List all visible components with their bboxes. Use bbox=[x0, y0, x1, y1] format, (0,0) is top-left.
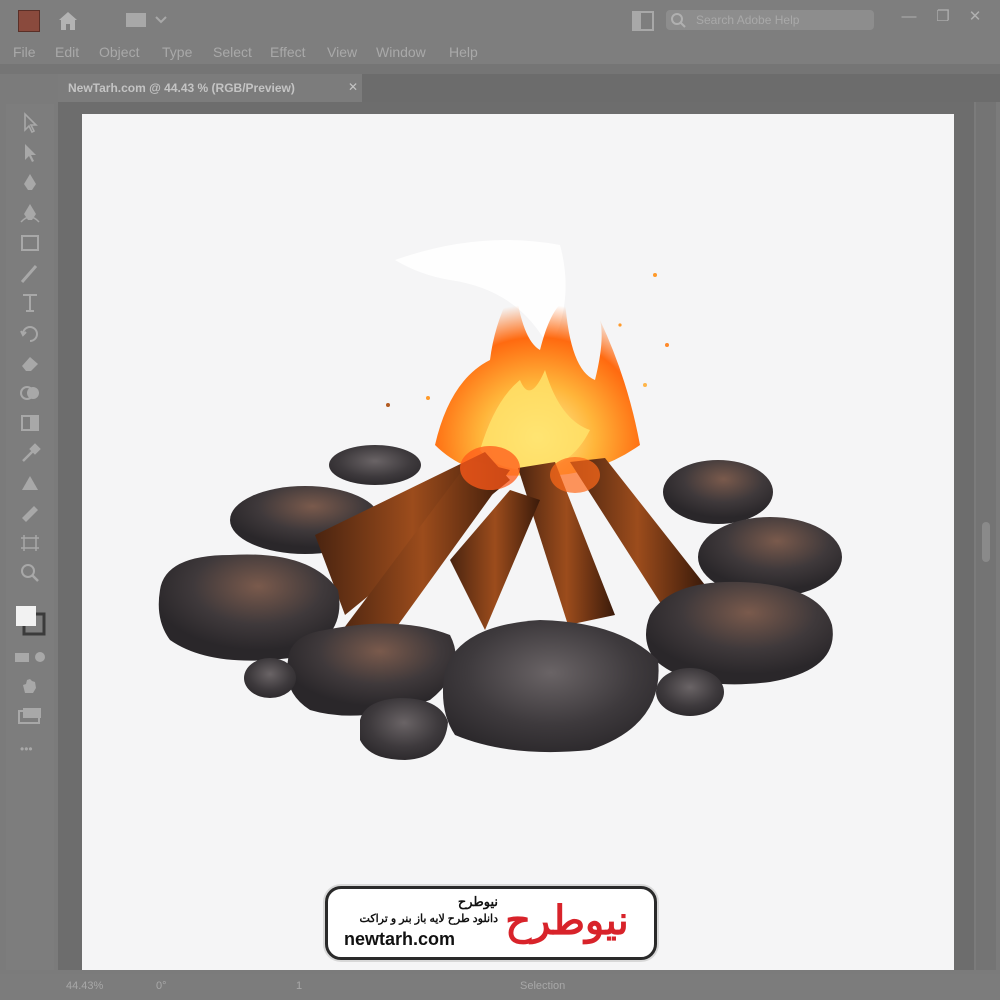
menu-edit[interactable]: Edit bbox=[55, 44, 79, 60]
arrange-documents-icon[interactable] bbox=[632, 11, 654, 31]
search-input[interactable]: Search Adobe Help bbox=[666, 10, 874, 30]
zoom-tool-icon[interactable] bbox=[18, 562, 42, 584]
hand-tool-icon[interactable] bbox=[20, 676, 40, 694]
search-placeholder: Search Adobe Help bbox=[696, 13, 800, 27]
document-tab[interactable]: NewTarh.com @ 44.43 % (RGB/Preview) ✕ bbox=[58, 74, 362, 102]
curvature-tool-icon[interactable] bbox=[18, 202, 42, 224]
menu-window[interactable]: Window bbox=[376, 44, 426, 60]
menu-file[interactable]: File bbox=[13, 44, 36, 60]
direct-selection-tool-icon[interactable] bbox=[18, 142, 42, 164]
watermark-badge: نیوطرح دانلود طرح لایه باز بنر و تراکت n… bbox=[325, 886, 657, 960]
pen-tool-icon[interactable] bbox=[18, 172, 42, 194]
campfire-illustration[interactable] bbox=[150, 230, 850, 770]
menu-bar: File Edit Object Type Select Effect View… bbox=[0, 42, 1000, 64]
blend-tool-icon[interactable] bbox=[18, 472, 42, 494]
gradient-tool-icon[interactable] bbox=[18, 412, 42, 434]
eyedropper-tool-icon[interactable] bbox=[18, 442, 42, 464]
current-tool-mode[interactable]: Selection bbox=[520, 980, 565, 992]
maximize-button[interactable]: ❐ bbox=[932, 6, 954, 28]
status-bar: 44.43% 0° 1 Selection bbox=[0, 974, 1000, 1000]
menu-object[interactable]: Object bbox=[99, 44, 139, 60]
watermark-url: newtarh.com bbox=[344, 929, 456, 949]
artboard-number[interactable]: 1 bbox=[296, 980, 302, 992]
home-icon[interactable] bbox=[56, 9, 80, 33]
menu-view[interactable]: View bbox=[327, 44, 357, 60]
shape-builder-tool-icon[interactable] bbox=[18, 382, 42, 404]
control-bar bbox=[0, 64, 1000, 74]
screen-mode-icon[interactable] bbox=[16, 706, 44, 726]
watermark-brand: نیوطرح bbox=[457, 894, 498, 909]
type-tool-icon[interactable] bbox=[18, 292, 42, 314]
menu-type[interactable]: Type bbox=[162, 44, 192, 60]
newtarh-logo: نیوطرح bbox=[505, 899, 629, 943]
menu-effect[interactable]: Effect bbox=[270, 44, 306, 60]
document-tab-bar: NewTarh.com @ 44.43 % (RGB/Preview) ✕ bbox=[58, 74, 1000, 102]
rectangle-tool-icon[interactable] bbox=[18, 232, 42, 254]
rotation-value[interactable]: 0° bbox=[156, 980, 167, 992]
symbol-sprayer-tool-icon[interactable] bbox=[18, 502, 42, 524]
document-tab-label: NewTarh.com @ 44.43 % (RGB/Preview) bbox=[68, 81, 295, 95]
app-icon[interactable] bbox=[18, 10, 40, 32]
tools-panel: ••• bbox=[6, 104, 54, 970]
menu-help[interactable]: Help bbox=[449, 44, 478, 60]
drawing-modes-icon[interactable] bbox=[14, 650, 48, 664]
menu-select[interactable]: Select bbox=[213, 44, 252, 60]
zoom-level[interactable]: 44.43% bbox=[66, 980, 103, 992]
watermark-tagline: دانلود طرح لایه باز بنر و تراکت bbox=[359, 913, 498, 925]
close-button[interactable]: ✕ bbox=[964, 6, 986, 28]
vertical-scrollbar[interactable] bbox=[976, 102, 996, 970]
rotate-tool-icon[interactable] bbox=[18, 322, 42, 344]
selection-tool-icon[interactable] bbox=[18, 112, 42, 134]
more-tools-icon[interactable]: ••• bbox=[20, 742, 33, 756]
close-tab-icon[interactable]: ✕ bbox=[348, 80, 358, 94]
paintbrush-tool-icon[interactable] bbox=[18, 262, 42, 284]
minimize-button[interactable]: — bbox=[898, 6, 920, 28]
fill-stroke-swatch[interactable] bbox=[14, 600, 48, 638]
search-icon bbox=[671, 13, 686, 28]
title-bar: Search Adobe Help — ❐ ✕ bbox=[0, 0, 1000, 42]
artboard-tool-icon[interactable] bbox=[18, 532, 42, 554]
workspace-icon[interactable] bbox=[126, 11, 172, 29]
scrollbar-thumb[interactable] bbox=[982, 522, 990, 562]
eraser-tool-icon[interactable] bbox=[18, 352, 42, 374]
